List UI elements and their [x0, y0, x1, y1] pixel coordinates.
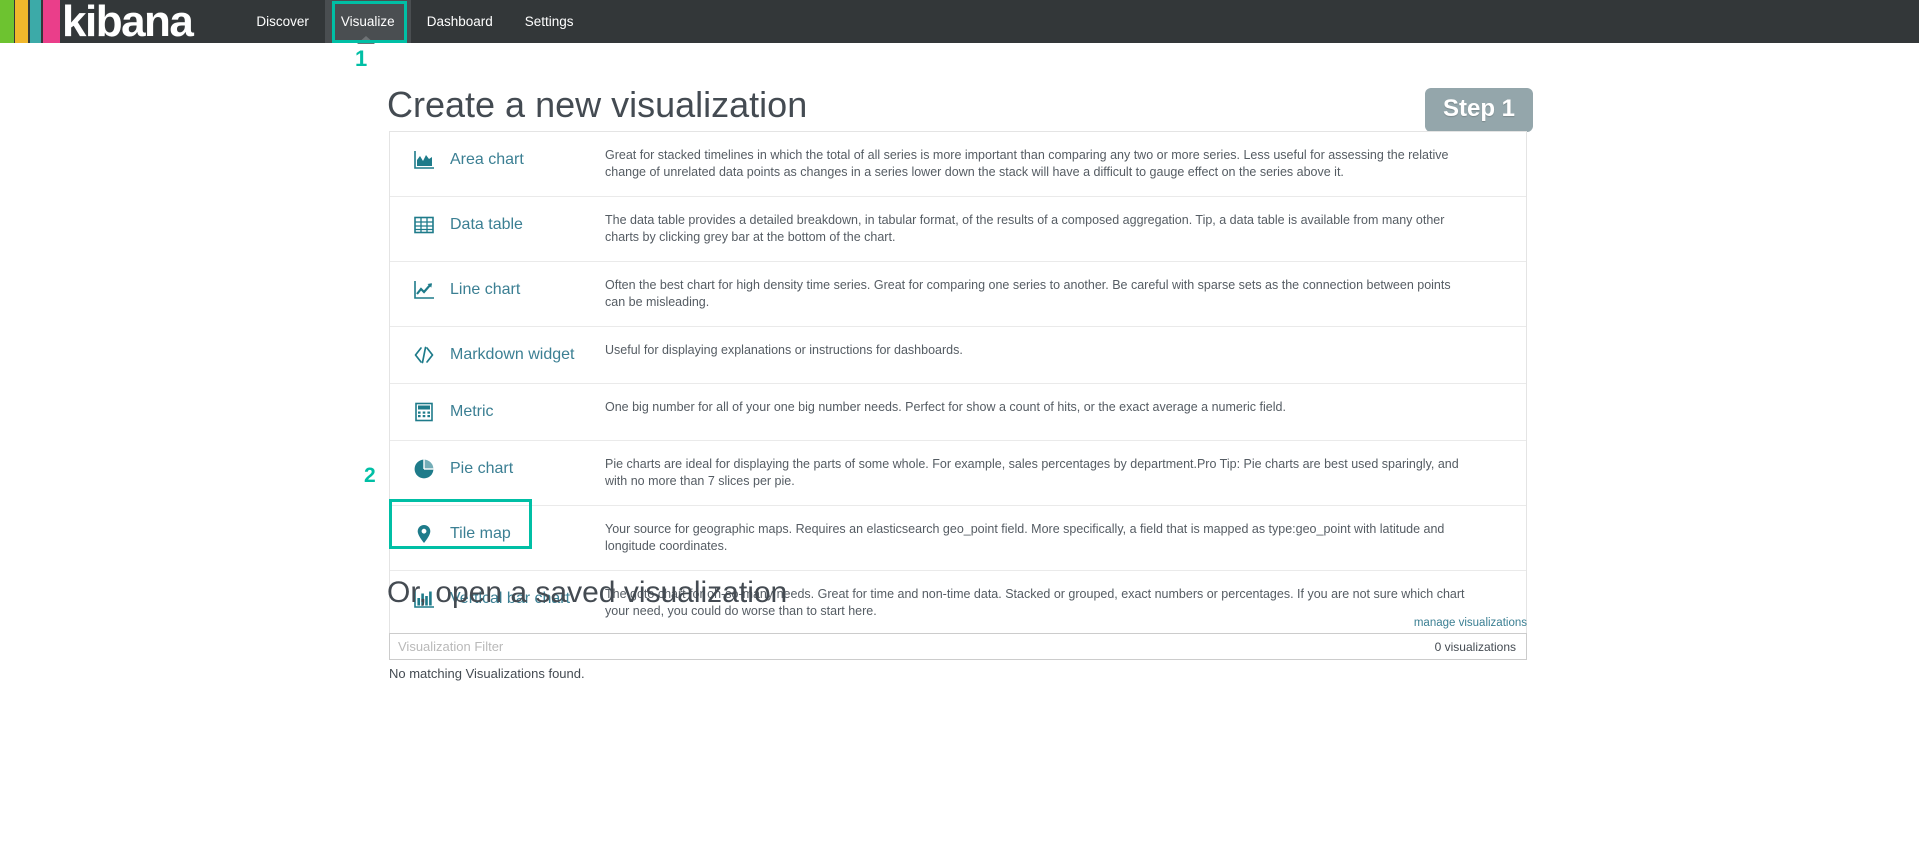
nav-tab-dashboard[interactable]: Dashboard [411, 0, 509, 43]
page-title: Create a new visualization [387, 84, 808, 125]
no-matching-visualizations-message: No matching Visualizations found. [389, 666, 585, 681]
active-tab-caret-icon [357, 36, 375, 44]
vis-type-row-pie-chart[interactable]: Pie chart Pie charts are ideal for displ… [390, 441, 1526, 506]
nav-tab-settings[interactable]: Settings [509, 0, 590, 43]
saved-visualization-title: Or, open a saved visualization [387, 576, 788, 609]
vis-type-description: Pie charts are ideal for displaying the … [605, 457, 1459, 488]
line-chart-icon [412, 278, 436, 302]
visualization-filter-input[interactable] [394, 634, 1423, 659]
top-navigation-bar: kibana Discover Visualize Dashboard Sett… [0, 0, 1919, 46]
vis-type-description: Your source for geographic maps. Require… [605, 522, 1445, 553]
map-pin-icon [412, 522, 436, 546]
vis-type-row-metric[interactable]: Metric One big number for all of your on… [390, 384, 1526, 441]
vis-type-description: Great for stacked timelines in which the… [605, 148, 1449, 179]
pie-chart-icon [412, 457, 436, 481]
vis-type-label: Line chart [450, 281, 521, 298]
kibana-logo-text: kibana [62, 0, 194, 46]
annotation-marker-2: 2 [364, 464, 376, 487]
area-chart-icon [412, 148, 436, 172]
vis-type-label: Pie chart [450, 460, 514, 477]
visualization-count-label: 0 visualizations [1434, 639, 1516, 654]
kibana-logo-bars-icon [0, 0, 60, 43]
vis-type-row-line-chart[interactable]: Line chart Often the best chart for high… [390, 262, 1526, 327]
vis-type-description: The data table provides a detailed break… [605, 213, 1445, 244]
nav-tab-discover[interactable]: Discover [240, 0, 325, 43]
visualization-type-list: Area chart Great for stacked timelines i… [389, 131, 1527, 636]
vis-type-label: Markdown widget [450, 346, 575, 363]
vis-type-label: Tile map [450, 525, 511, 542]
visualization-filter-box[interactable]: 0 visualizations [389, 633, 1527, 660]
manage-visualizations-link[interactable]: manage visualizations [1414, 617, 1527, 629]
vis-type-description: Often the best chart for high density ti… [605, 278, 1451, 309]
step-badge: Step 1 [1425, 88, 1534, 132]
kibana-logo[interactable]: kibana [0, 0, 194, 46]
vis-type-description: Useful for displaying explanations or in… [605, 343, 963, 357]
code-brackets-icon [412, 343, 436, 367]
vis-type-label: Area chart [450, 151, 524, 168]
vis-type-label: Data table [450, 216, 523, 233]
vis-type-label: Metric [450, 403, 494, 420]
vis-type-description: One big number for all of your one big n… [605, 400, 1286, 414]
vis-type-row-tile-map[interactable]: Tile map Your source for geographic maps… [390, 506, 1526, 571]
vis-type-row-markdown-widget[interactable]: Markdown widget Useful for displaying ex… [390, 327, 1526, 384]
annotation-marker-1: 1 [355, 46, 368, 71]
calculator-icon [412, 400, 436, 424]
vis-type-row-area-chart[interactable]: Area chart Great for stacked timelines i… [390, 132, 1526, 197]
vis-type-row-data-table[interactable]: Data table The data table provides a det… [390, 197, 1526, 262]
table-icon [412, 213, 436, 237]
nav-tab-list: Discover Visualize Dashboard Settings [240, 0, 589, 43]
